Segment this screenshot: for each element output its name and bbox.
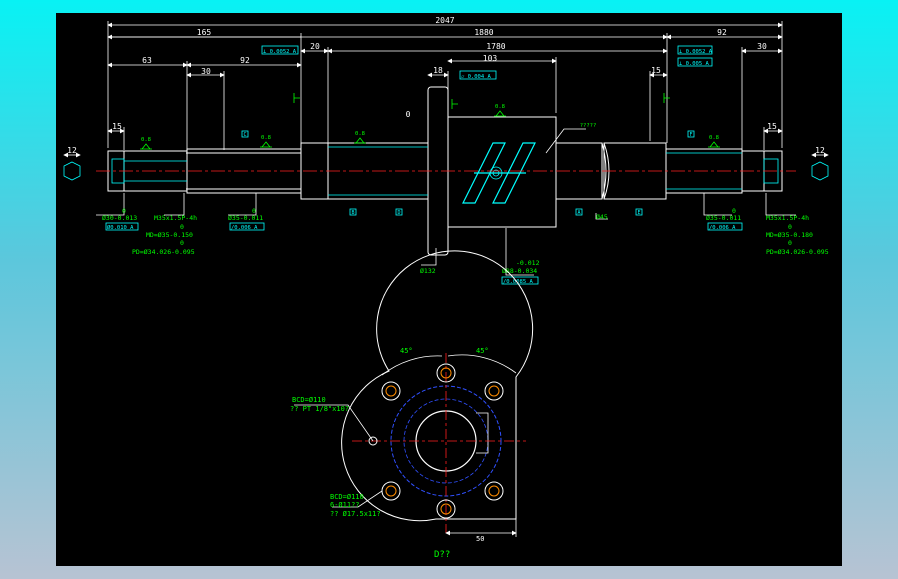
datum-b: B	[351, 210, 354, 216]
cad-drawing-area: 2047 165 1880 92 20 1780 30 63 92 30 18 …	[56, 13, 842, 566]
datum-f: F	[689, 132, 692, 138]
dim-30b: 30	[757, 42, 767, 51]
datum-e: E	[637, 210, 640, 216]
right-md: MD=Ø35-0.180	[766, 231, 813, 239]
roughness-values: 0.8 0.8 0.8 0.8 0.8 ?????	[141, 104, 719, 143]
dim-15b: 15	[112, 122, 122, 131]
dim-12b: 12	[815, 146, 825, 155]
rough-2: 0.8	[261, 135, 271, 141]
right-notes: 0 Ø35-0.011 M35x1.5P-4h 0 MD=Ø35-0.180 0…	[706, 207, 829, 256]
end-view-title: D??	[434, 550, 450, 560]
dim-15a: 15	[651, 66, 661, 75]
end-dim-50: 50	[476, 535, 484, 543]
left-thread: M35x1.5P-4h	[154, 214, 197, 222]
left-box2: /0.006 A	[231, 225, 258, 231]
end-angle-2: 45°	[476, 347, 489, 355]
rough-1: 0.8	[141, 137, 151, 143]
datum-d: D	[397, 210, 400, 216]
datum-c: C	[243, 132, 246, 138]
end-view: 45° 45° BCD=Ø110 ?? PT 1/8"x10? BCD=Ø110…	[290, 250, 534, 560]
mid-tol: -0.012	[516, 259, 540, 267]
end-bcd-1: BCD=Ø110	[292, 396, 326, 404]
right-z2: 0	[788, 223, 792, 231]
dim-18: 18	[433, 66, 443, 75]
left-pd: PD=Ø34.026-0.095	[132, 248, 195, 256]
end-cbore: ?? Ø17.5x11?	[330, 510, 381, 518]
right-box1: /0.006 A	[709, 225, 736, 231]
left-md: MD=Ø35-0.150	[146, 231, 193, 239]
rough-4: 0.8	[495, 104, 505, 110]
dim-92: 92	[240, 56, 250, 65]
datum-a: A	[577, 210, 580, 216]
tol-box-3: ⊥ 0.0052 A	[679, 49, 713, 55]
dim-30a: 30	[201, 67, 211, 76]
tol-box-2: ▱ 0.004 A	[461, 74, 491, 80]
roughness-marks	[140, 93, 720, 150]
end-angle-1: 45°	[400, 347, 413, 355]
right-z3: 0	[788, 239, 792, 247]
end-bcd-2: BCD=Ø110	[330, 493, 364, 501]
dim-gap20: 20	[310, 42, 320, 51]
dim-15c: 15	[767, 122, 777, 131]
zero-mark: 0	[406, 110, 411, 119]
cyan-detail-lines	[63, 142, 829, 204]
rough-q: ?????	[580, 123, 597, 129]
left-dia1: Ø30-0.013	[102, 214, 137, 222]
tol-box-4: ⊥ 0.005 A	[679, 61, 709, 67]
rough-3: 0.8	[355, 131, 365, 137]
dim-103: 103	[483, 54, 498, 63]
dim-right-seg: 92	[717, 28, 727, 37]
dim-total: 2047	[435, 16, 454, 25]
right-thread: M35x1.5P-4h	[766, 214, 809, 222]
left-z3: 0	[180, 239, 184, 247]
right-pd: PD=Ø34.026-0.095	[766, 248, 829, 256]
left-notes: 0 Ø30-0.013 M35x1.5P-4h 0 MD=Ø35-0.150 0…	[102, 207, 263, 256]
dim-left-seg: 165	[197, 28, 212, 37]
rough-5: 0.8	[709, 135, 719, 141]
left-box1: Ø0.010 A	[107, 224, 134, 231]
left-dia2: Ø35-0.011	[228, 214, 263, 222]
end-pt: ?? PT 1/8"x10?	[290, 405, 349, 413]
dim-1780: 1780	[486, 42, 505, 51]
mid-d45: Ø45	[596, 213, 608, 221]
end-holes: 6-Ø11??	[330, 501, 360, 509]
ballscrew-drawing: 2047 165 1880 92 20 1780 30 63 92 30 18 …	[63, 16, 829, 560]
tol-box-1: ⊥ 0.0052 A	[263, 49, 297, 55]
dim-mid-seg: 1880	[474, 28, 493, 37]
left-z2: 0	[180, 223, 184, 231]
note-box-text: Ø0.010 A /0.006 A /0.006 A /0.0085 A	[107, 224, 736, 285]
right-dia1: Ø35-0.011	[706, 214, 741, 222]
dim-63: 63	[142, 56, 152, 65]
dim-12a: 12	[67, 146, 77, 155]
mid-d132: Ø132	[420, 267, 436, 275]
